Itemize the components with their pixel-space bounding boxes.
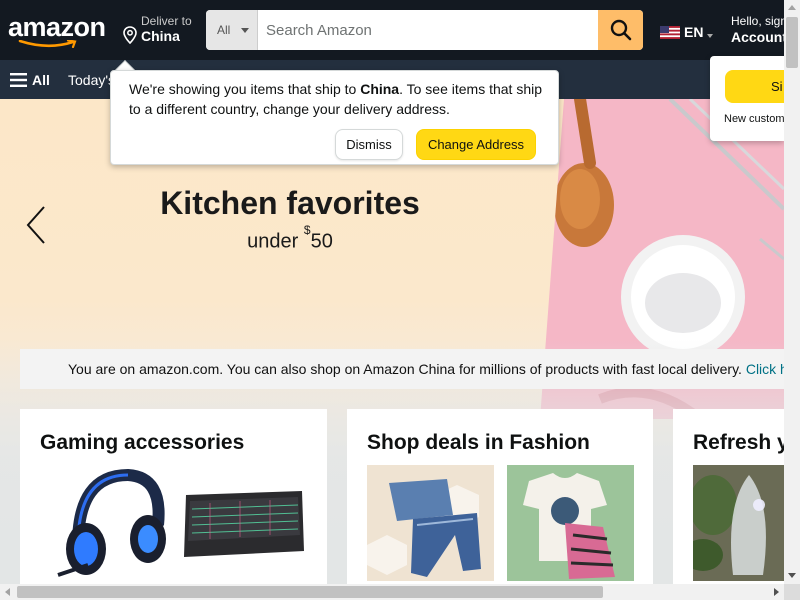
dismiss-button[interactable]: Dismiss	[335, 129, 403, 160]
new-customer-text: New custom	[724, 113, 784, 125]
account-label: Account	[731, 29, 787, 45]
card-title: Shop deals in Fashion	[367, 431, 590, 454]
card-gaming-accessories[interactable]: Gaming accessories	[20, 409, 327, 600]
headset-image[interactable]	[48, 465, 175, 581]
horizontal-scrollbar[interactable]	[0, 584, 784, 600]
scroll-right-arrow-icon[interactable]	[774, 588, 779, 596]
change-address-button[interactable]: Change Address	[416, 129, 536, 160]
card-title: Refresh y	[693, 431, 784, 454]
caret-down-icon	[707, 34, 713, 38]
search-bar: All	[206, 10, 643, 50]
chevron-left-icon[interactable]	[24, 203, 48, 247]
signin-flyout: Si New custom	[710, 56, 784, 141]
popover-message-country: China	[360, 81, 400, 97]
search-icon	[610, 19, 631, 41]
hamburger-icon	[10, 73, 27, 87]
scrollbar-corner	[784, 584, 800, 600]
delivery-popover: We're showing you items that ship to Chi…	[110, 70, 559, 165]
search-category-label: All	[217, 23, 231, 37]
vertical-scroll-thumb[interactable]	[786, 17, 798, 68]
amazon-logo[interactable]: amazon	[8, 12, 106, 43]
hero-amount: 50	[310, 230, 333, 253]
hero-subtitle: under $50	[0, 223, 580, 254]
card-title: Gaming accessories	[40, 431, 245, 454]
all-menu-label: All	[32, 72, 50, 88]
vertical-scrollbar[interactable]	[784, 0, 800, 584]
jeans-illustration	[367, 465, 494, 581]
search-category-select[interactable]: All	[206, 10, 258, 50]
region-notice-bar: You are on amazon.com. You can also shop…	[20, 349, 784, 389]
top-nav: amazon Deliver to China All Search Amazo…	[0, 0, 787, 60]
account-menu[interactable]: Hello, sign Account	[731, 14, 787, 45]
signin-button[interactable]: Si	[725, 70, 784, 103]
refresh-image[interactable]	[693, 465, 784, 581]
account-greeting: Hello, sign	[731, 14, 788, 28]
region-notice-text: You are on amazon.com. You can also shop…	[68, 361, 746, 377]
logo-text: amazon	[8, 12, 106, 42]
tshirt-image[interactable]	[507, 465, 634, 581]
tshirt-illustration	[507, 465, 634, 581]
scroll-up-arrow-icon[interactable]	[788, 5, 796, 10]
caret-down-icon	[241, 28, 249, 33]
card-refresh[interactable]: Refresh y	[673, 409, 784, 600]
us-flag-icon	[660, 26, 680, 39]
scroll-left-arrow-icon[interactable]	[5, 588, 10, 596]
language-code: EN	[684, 24, 704, 40]
hero-currency: $	[303, 223, 311, 237]
region-notice-link[interactable]: Click h	[746, 361, 784, 377]
popover-message-prefix: We're showing you items that ship to	[129, 81, 361, 97]
deliver-label: Deliver to	[141, 14, 192, 28]
hero-subtitle-prefix: under	[247, 230, 304, 253]
location-pin-icon	[123, 26, 137, 44]
signin-button-label: Si	[771, 79, 783, 94]
amazon-smile-icon	[18, 40, 77, 48]
deliver-country: China	[141, 28, 180, 44]
todays-deals-link[interactable]: Today's	[68, 72, 115, 88]
gaming-headset-illustration	[48, 465, 175, 581]
keyboard-image[interactable]	[180, 465, 307, 581]
card-fashion-deals[interactable]: Shop deals in Fashion	[347, 409, 653, 600]
horizontal-scroll-thumb[interactable]	[17, 586, 603, 598]
search-button[interactable]	[598, 10, 643, 50]
search-input[interactable]	[258, 10, 599, 50]
gaming-keyboard-illustration	[180, 465, 307, 581]
popover-message: We're showing you items that ship to Chi…	[129, 79, 549, 119]
jeans-image[interactable]	[367, 465, 494, 581]
scroll-down-arrow-icon[interactable]	[788, 573, 796, 578]
plant-vase-illustration	[693, 465, 784, 581]
hero-title: Kitchen favorites	[160, 185, 420, 221]
